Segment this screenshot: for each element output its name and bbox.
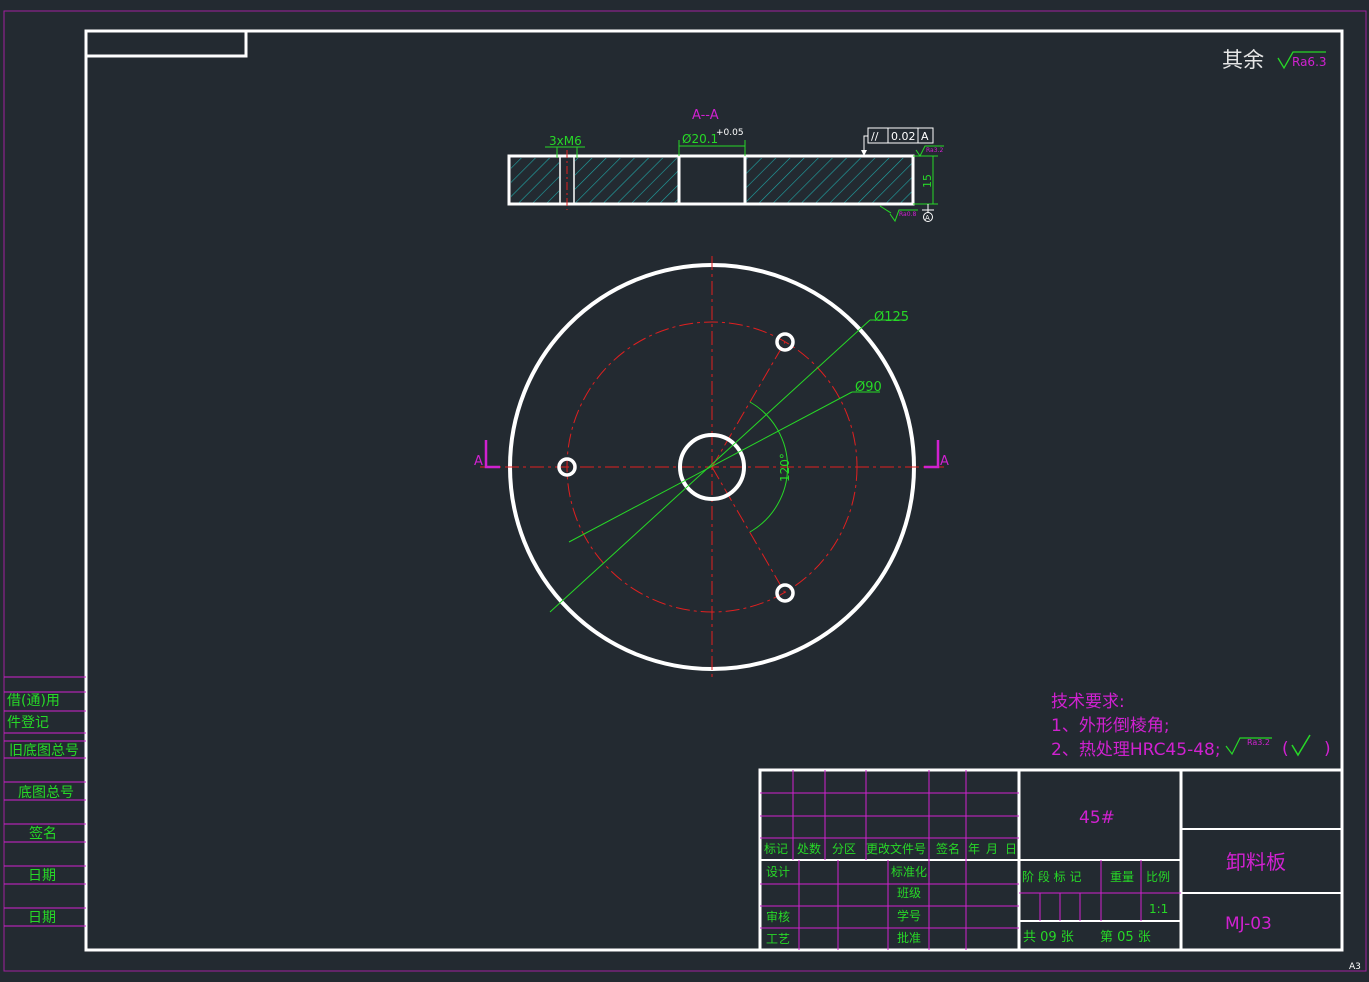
cut-label-right: A: [940, 454, 949, 469]
thread-callout: 3xM6: [549, 134, 582, 148]
check-icon: [1291, 734, 1311, 757]
tolerance-datum: A: [921, 130, 929, 143]
rev-header-mark: 标记: [764, 842, 788, 856]
label-standard: 标准化: [891, 865, 927, 879]
strip-label-date-2: 日期: [28, 910, 56, 926]
tech-requirements: 技术要求: 1、外形倒棱角; 2、热处理HRC45-48; Ra3.2 ( ): [1051, 692, 1331, 760]
rev-header-zone: 分区: [832, 842, 856, 856]
plan-view: Ø125 Ø90 120° A A: [474, 256, 949, 678]
title-block: 标记 处数 分区 更改文件号 签名 年 月 日 设计 审核 工艺 标准化 班级 …: [758, 768, 1344, 952]
angle-dim: 120°: [778, 453, 792, 482]
label-design: 设计: [766, 865, 790, 879]
rev-header-day: 日: [1005, 842, 1017, 856]
thickness-dim: 15: [921, 174, 934, 188]
strip-label-borrow: 借(通)用: [7, 693, 60, 709]
rev-header-sign: 签名: [936, 841, 960, 856]
weight-header: 重量: [1110, 870, 1134, 884]
sheets-total: 共 09 张: [1023, 930, 1074, 945]
tech-bracket-open: (: [1282, 739, 1289, 759]
bore-callout: Ø20.1: [682, 132, 718, 146]
cut-marker-left-icon: [484, 440, 500, 469]
strip-label-old-no: 旧底图总号: [9, 743, 79, 759]
label-review: 审核: [766, 909, 790, 924]
rev-header-docno: 更改文件号: [866, 841, 926, 856]
roughness-note: 其余 Ra6.3: [1222, 48, 1327, 72]
scale-header: 比例: [1146, 870, 1170, 884]
tech-item-1: 1、外形倒棱角;: [1051, 716, 1170, 736]
strip-label-sign: 签名: [29, 825, 57, 842]
strip-label-date-1: 日期: [28, 868, 56, 884]
drawing-number: MJ-03: [1225, 914, 1272, 934]
label-approve: 批准: [897, 930, 921, 945]
label-student-no: 学号: [897, 908, 921, 923]
rev-header-month: 月: [986, 842, 998, 856]
tolerance-value: 0.02: [891, 130, 916, 143]
tech-bracket-close: ): [1324, 739, 1331, 759]
roughness-note-value: Ra6.3: [1292, 55, 1327, 69]
sheet-size-label: A3: [1349, 962, 1361, 972]
roughness-note-label: 其余: [1222, 48, 1264, 72]
left-strip: 借(通)用 件登记 旧底图总号 底图总号 签名 日期 日期: [4, 676, 86, 927]
strip-label-register: 件登记: [7, 715, 49, 731]
strip-label-base-no: 底图总号: [18, 785, 74, 801]
top-roughness: Ra3.2: [926, 147, 943, 154]
drawing-sheet: A3 其余 Ra6.3 A--A 3xM6 Ø20.1 +0.05 // 0.0…: [0, 0, 1369, 978]
cut-marker-right-icon: [924, 440, 940, 469]
bottom-roughness: Ra0.8: [899, 211, 916, 218]
stage-header: 阶 段 标 记: [1022, 869, 1081, 884]
parallelism-icon: //: [871, 130, 879, 143]
sheet-number: 第 05 张: [1100, 930, 1151, 945]
tech-title: 技术要求:: [1051, 692, 1125, 712]
outer-dia-dim: Ø125: [874, 310, 909, 325]
rev-header-count: 处数: [797, 841, 821, 856]
material-value: 45#: [1079, 808, 1115, 828]
rev-header-year: 年: [968, 842, 980, 856]
section-title: A--A: [692, 108, 719, 123]
datum-label: A: [925, 214, 930, 222]
tech-roughness: Ra3.2: [1247, 738, 1270, 747]
cut-label-left: A: [474, 454, 483, 469]
pitch-dia-dim: Ø90: [855, 380, 882, 395]
tech-item-2: 2、热处理HRC45-48;: [1051, 740, 1221, 760]
section-view: A--A 3xM6 Ø20.1 +0.05 // 0.02 A Ra3.2 15…: [507, 108, 944, 223]
label-process: 工艺: [766, 932, 790, 946]
label-class: 班级: [897, 886, 921, 900]
bore-tolerance: +0.05: [716, 128, 744, 138]
scale-value: 1:1: [1149, 902, 1168, 916]
part-name: 卸料板: [1226, 850, 1286, 874]
